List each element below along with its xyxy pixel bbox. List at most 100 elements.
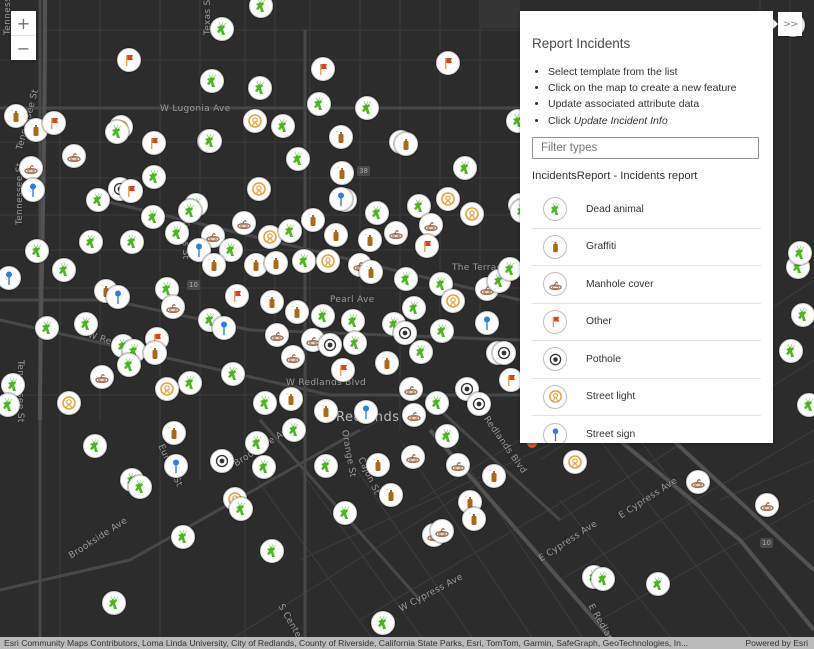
template-item-street-sign[interactable]: Street sign [532, 416, 761, 443]
dead-animal-marker[interactable] [788, 241, 812, 265]
graffiti-marker[interactable] [330, 161, 354, 185]
dead-animal-marker[interactable] [498, 257, 522, 281]
dead-animal-marker[interactable] [83, 434, 107, 458]
manhole-cover-marker[interactable] [399, 377, 423, 401]
graffiti-marker[interactable] [375, 351, 399, 375]
dead-animal-marker[interactable] [271, 114, 295, 138]
street-sign-marker[interactable] [212, 316, 236, 340]
manhole-cover-marker[interactable] [402, 403, 426, 427]
template-item-dead-animal[interactable]: Dead animal [532, 191, 761, 229]
graffiti-marker[interactable] [301, 208, 325, 232]
graffiti-marker[interactable] [143, 341, 167, 365]
manhole-cover-marker[interactable] [161, 295, 185, 319]
dead-animal-marker[interactable] [102, 591, 126, 615]
dead-animal-marker[interactable] [333, 501, 357, 525]
dead-animal-marker[interactable] [25, 239, 49, 263]
filter-types-input[interactable] [532, 137, 759, 159]
dead-animal-marker[interactable] [371, 611, 395, 635]
graffiti-marker[interactable] [162, 421, 186, 445]
dead-animal-marker[interactable] [105, 120, 129, 144]
graffiti-marker[interactable] [462, 507, 486, 531]
graffiti-marker[interactable] [482, 464, 506, 488]
dead-animal-marker[interactable] [178, 371, 202, 395]
dead-animal-marker[interactable] [252, 455, 276, 479]
manhole-cover-marker[interactable] [755, 493, 779, 517]
dead-animal-marker[interactable] [292, 249, 316, 273]
dead-animal-marker[interactable] [453, 156, 477, 180]
dead-animal-marker[interactable] [286, 147, 310, 171]
graffiti-marker[interactable] [359, 260, 383, 284]
graffiti-marker[interactable] [324, 223, 348, 247]
dead-animal-marker[interactable] [221, 362, 245, 386]
manhole-cover-marker[interactable] [430, 519, 454, 543]
collapse-panel-button[interactable]: >> [778, 12, 802, 36]
dead-animal-marker[interactable] [402, 296, 426, 320]
street-sign-marker[interactable] [164, 454, 188, 478]
dead-animal-marker[interactable] [141, 205, 165, 229]
dead-animal-marker[interactable] [248, 76, 272, 100]
pothole-marker[interactable] [492, 341, 516, 365]
graffiti-marker[interactable] [366, 453, 390, 477]
template-item-street-light[interactable]: Street light [532, 379, 761, 416]
manhole-cover-marker[interactable] [19, 156, 43, 180]
street-light-marker[interactable] [316, 249, 340, 273]
other-marker[interactable] [142, 131, 166, 155]
dead-animal-marker[interactable] [341, 309, 365, 333]
dead-animal-marker[interactable] [307, 92, 331, 116]
street-light-marker[interactable] [563, 450, 587, 474]
dead-animal-marker[interactable] [52, 258, 76, 282]
pothole-marker[interactable] [210, 449, 234, 473]
template-item-other[interactable]: Other [532, 304, 761, 341]
graffiti-marker[interactable] [285, 300, 309, 324]
street-light-marker[interactable] [441, 289, 465, 313]
other-marker[interactable] [225, 284, 249, 308]
graffiti-marker[interactable] [394, 132, 418, 156]
other-marker[interactable] [119, 179, 143, 203]
dead-animal-marker[interactable] [117, 353, 141, 377]
template-item-manhole-cover[interactable]: Manhole cover [532, 266, 761, 304]
template-item-graffiti[interactable]: Graffiti [532, 229, 761, 266]
graffiti-marker[interactable] [279, 387, 303, 411]
dead-animal-marker[interactable] [430, 319, 454, 343]
template-item-pothole[interactable]: Pothole [532, 341, 761, 379]
other-marker[interactable] [436, 51, 460, 75]
dead-animal-marker[interactable] [314, 454, 338, 478]
dead-animal-marker[interactable] [178, 199, 202, 223]
manhole-cover-marker[interactable] [90, 365, 114, 389]
street-sign-marker[interactable] [475, 311, 499, 335]
dead-animal-marker[interactable] [311, 304, 335, 328]
manhole-cover-marker[interactable] [62, 144, 86, 168]
other-marker[interactable] [42, 111, 66, 135]
attribution-text[interactable]: Esri Community Maps Contributors, Loma L… [4, 637, 688, 649]
other-marker[interactable] [311, 57, 335, 81]
dead-animal-marker[interactable] [409, 340, 433, 364]
dead-animal-marker[interactable] [282, 418, 306, 442]
street-sign-marker[interactable] [354, 400, 378, 424]
dead-animal-marker[interactable] [120, 230, 144, 254]
street-light-marker[interactable] [243, 109, 267, 133]
graffiti-marker[interactable] [358, 228, 382, 252]
dead-animal-marker[interactable] [79, 230, 103, 254]
dead-animal-marker[interactable] [425, 391, 449, 415]
dead-animal-marker[interactable] [435, 424, 459, 448]
street-light-marker[interactable] [155, 377, 179, 401]
dead-animal-marker[interactable] [229, 497, 253, 521]
dead-animal-marker[interactable] [142, 165, 166, 189]
dead-animal-marker[interactable] [260, 539, 284, 563]
dead-animal-marker[interactable] [591, 567, 615, 591]
dead-animal-marker[interactable] [791, 303, 814, 327]
manhole-cover-marker[interactable] [446, 453, 470, 477]
dead-animal-marker[interactable] [86, 188, 110, 212]
dead-animal-marker[interactable] [245, 431, 269, 455]
street-light-marker[interactable] [436, 187, 460, 211]
dead-animal-marker[interactable] [779, 339, 803, 363]
manhole-cover-marker[interactable] [419, 213, 443, 237]
other-marker[interactable] [117, 48, 141, 72]
dead-animal-marker[interactable] [394, 267, 418, 291]
manhole-cover-marker[interactable] [384, 221, 408, 245]
dead-animal-marker[interactable] [797, 393, 814, 417]
zoom-in-button[interactable]: + [11, 11, 36, 35]
manhole-cover-marker[interactable] [686, 470, 710, 494]
dead-animal-marker[interactable] [365, 201, 389, 225]
street-light-marker[interactable] [460, 202, 484, 226]
